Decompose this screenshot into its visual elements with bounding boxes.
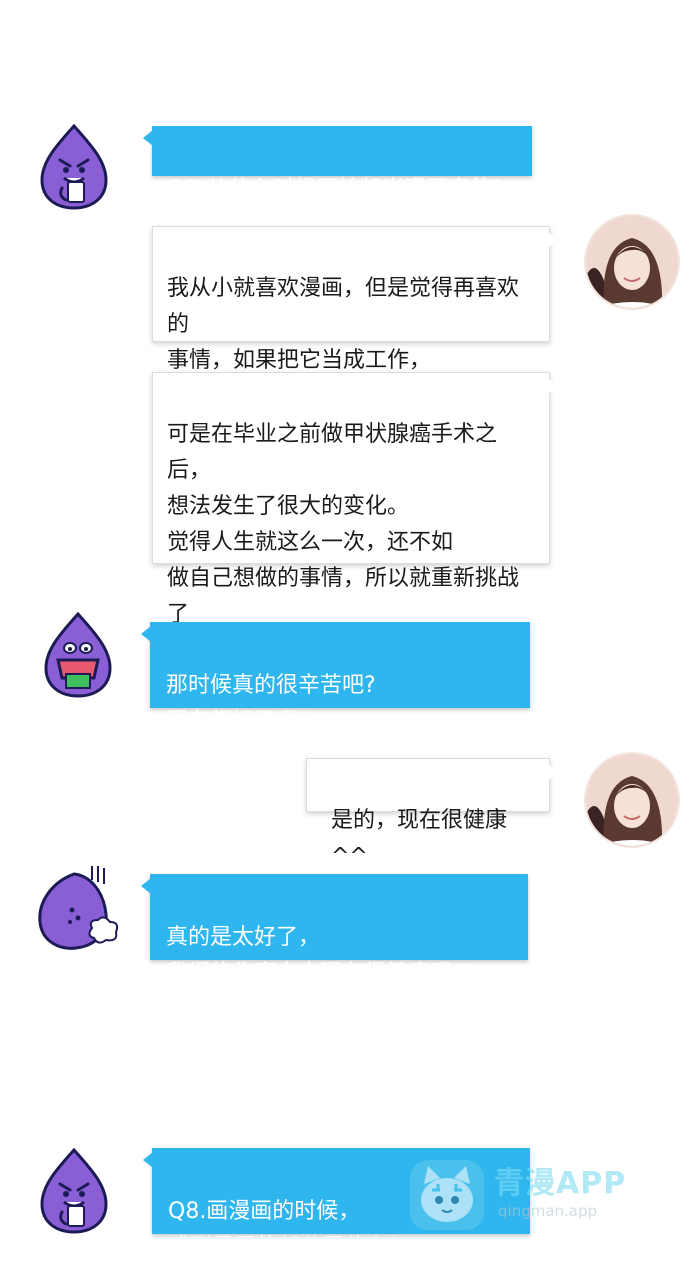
author-photo-avatar: [586, 216, 678, 308]
author-photo-avatar: [586, 754, 678, 846]
mascot-avatar: [36, 608, 120, 700]
purple-drop-mascot-icon: [44, 611, 112, 698]
purple-drop-mascot-icon: [40, 1147, 108, 1234]
author-message-bubble: 我从小就喜欢漫画，但是觉得再喜欢的 事情，如果把它当成工作， 就会开始厌烦，所以…: [152, 226, 558, 409]
purple-drop-mascot-icon: [40, 123, 108, 210]
message-text: 那时候真的很辛苦吧? 现在都好了吗?: [166, 673, 376, 734]
purple-drop-mascot-icon: [38, 866, 119, 950]
message-text: Q8.画漫画的时候， 感到最累的部分是什么?: [168, 1199, 400, 1260]
mascot-avatar: [32, 862, 124, 954]
message-text: 真的是太好了， 我们的作家大大现在很健康哦!!: [166, 925, 470, 986]
author-message-bubble: 可是在毕业之前做甲状腺癌手术之后， 想法发生了很大的变化。 觉得人生就这么一次，…: [152, 372, 558, 663]
mascot-message-bubble: Q8.画漫画的时候， 感到最累的部分是什么?: [143, 1148, 530, 1260]
mascot-avatar: [32, 1144, 116, 1236]
message-text: 是的，现在很健康 ^^: [331, 808, 508, 869]
mascot-message-bubble: 那时候真的很辛苦吧? 现在都好了吗?: [141, 622, 530, 734]
message-text: Q7.从什么时候开始想当漫画家的?: [168, 177, 504, 202]
author-message-bubble: 是的，现在很健康 ^^: [306, 758, 558, 869]
mascot-message-bubble: 真的是太好了， 我们的作家大大现在很健康哦!!: [141, 874, 528, 986]
mascot-avatar: [32, 120, 116, 212]
mascot-message-bubble: Q7.从什么时候开始想当漫画家的?: [143, 126, 532, 202]
author-avatar: [584, 214, 680, 310]
author-avatar: [584, 752, 680, 848]
